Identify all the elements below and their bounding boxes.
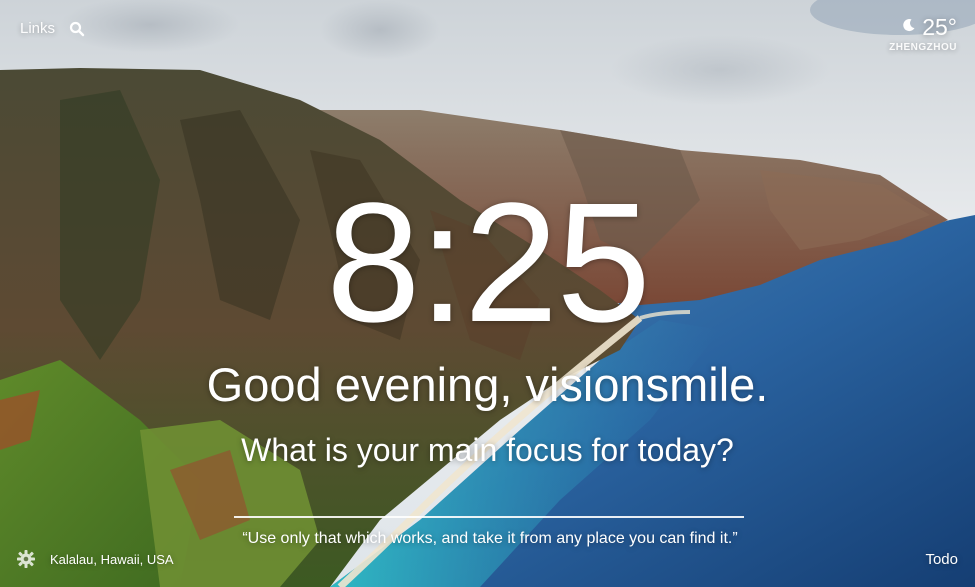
photo-location[interactable]: Kalalau, Hawaii, USA <box>50 552 174 567</box>
todo-button[interactable]: Todo <box>925 551 958 568</box>
focus-question: What is your main focus for today? <box>241 432 734 468</box>
links-button[interactable]: Links <box>20 20 55 37</box>
moon-icon <box>902 18 916 37</box>
gear-icon[interactable] <box>16 549 36 569</box>
bottom-left-controls: Kalalau, Hawaii, USA <box>16 549 174 569</box>
search-icon[interactable] <box>69 21 85 37</box>
greeting-text: Good evening, visionsmile. <box>206 358 769 411</box>
weather-widget[interactable]: 25° ZHENGZHOU <box>889 14 957 53</box>
clock-time: 8:25 <box>326 168 651 358</box>
focus-input-underline[interactable] <box>234 516 744 518</box>
temperature: 25° <box>922 14 957 40</box>
top-left-controls: Links <box>20 20 85 37</box>
daily-quote[interactable]: “Use only that which works, and take it … <box>240 528 740 549</box>
weather-location: ZHENGZHOU <box>889 42 957 53</box>
